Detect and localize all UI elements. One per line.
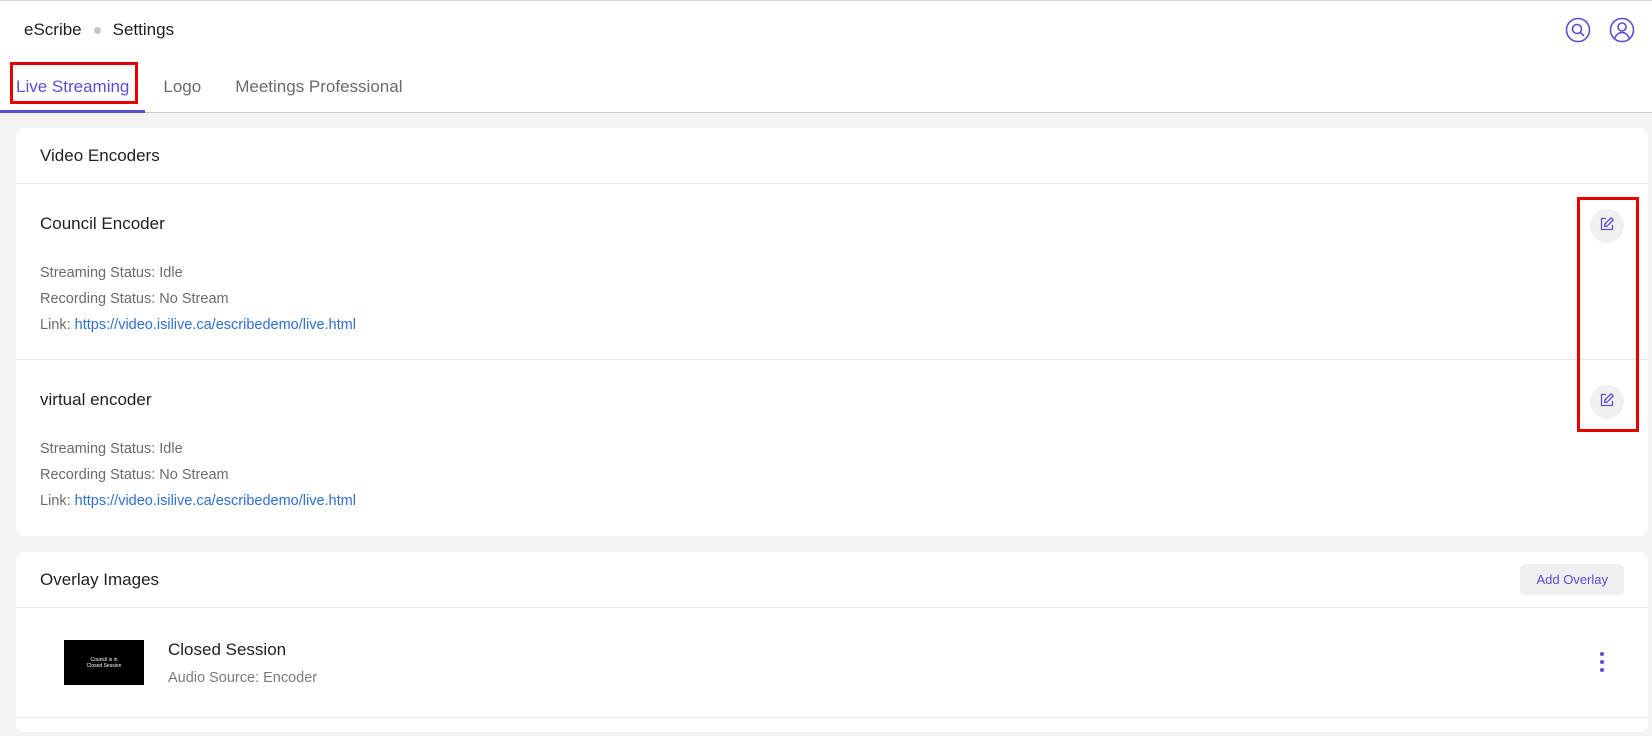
tab-meetings-professional[interactable]: Meetings Professional	[227, 61, 410, 112]
encoder-link-row: Link: https://video.isilive.ca/escribede…	[40, 488, 1624, 514]
tab-label: Logo	[163, 76, 202, 96]
tab-live-streaming[interactable]: Live Streaming	[0, 61, 146, 113]
thumb-text: Closed Session	[86, 662, 122, 669]
overlay-images-card: Overlay Images Add Overlay Council is in…	[16, 552, 1648, 732]
search-icon[interactable]	[1564, 16, 1592, 44]
card-title: Overlay Images	[40, 569, 160, 589]
status-label: Recording Status:	[40, 467, 156, 483]
user-icon[interactable]	[1608, 16, 1636, 44]
tab-logo[interactable]: Logo	[155, 61, 209, 112]
status-value: Idle	[159, 265, 183, 281]
overlay-item: Council is in Closed Session Closed Sess…	[16, 608, 1648, 718]
card-title: Video Encoders	[40, 145, 160, 165]
thumb-text: Council is in	[90, 656, 118, 663]
overlay-subtitle: Audio Source: Encoder	[168, 669, 318, 686]
overlay-title: Closed Session	[168, 639, 287, 659]
status-value: No Stream	[159, 291, 229, 307]
breadcrumb: eScribe Settings	[24, 20, 174, 40]
video-encoders-card: Video Encoders Council Encoder Streaming…	[16, 128, 1648, 536]
highlight-box	[10, 62, 138, 104]
more-vertical-icon[interactable]	[1596, 652, 1608, 672]
tab-label: Meetings Professional	[235, 76, 403, 96]
card-header: Overlay Images Add Overlay	[16, 552, 1648, 608]
overlay-text: Closed Session Audio Source: Encoder	[168, 640, 317, 686]
breadcrumb-separator	[93, 26, 101, 34]
encoder-link-row: Link: https://video.isilive.ca/escribede…	[40, 312, 1624, 338]
link-label: Link:	[40, 317, 71, 333]
link-label: Link:	[40, 493, 71, 509]
add-overlay-button[interactable]: Add Overlay	[1520, 564, 1624, 595]
encoder-item: virtual encoder Streaming Status: Idle R…	[16, 360, 1648, 536]
recording-status: Recording Status: No Stream	[40, 286, 1624, 312]
breadcrumb-current: Settings	[112, 20, 175, 39]
breadcrumb-root[interactable]: eScribe	[24, 20, 82, 40]
encoder-link[interactable]: https://video.isilive.ca/escribedemo/liv…	[75, 493, 356, 509]
encoder-link[interactable]: https://video.isilive.ca/escribedemo/liv…	[75, 317, 356, 333]
streaming-status: Streaming Status: Idle	[40, 436, 1624, 462]
top-actions	[1564, 16, 1636, 44]
card-header: Video Encoders	[16, 128, 1648, 184]
streaming-status: Streaming Status: Idle	[40, 260, 1624, 286]
overlay-thumbnail: Council is in Closed Session	[64, 640, 144, 685]
status-value: Idle	[159, 441, 183, 457]
highlight-box	[1577, 197, 1639, 432]
top-bar: eScribe Settings Live Streaming Logo Mee…	[0, 0, 1652, 113]
status-label: Streaming Status:	[40, 441, 156, 457]
encoder-item: Council Encoder Streaming Status: Idle R…	[16, 184, 1648, 360]
encoder-name: Council Encoder	[40, 214, 165, 233]
encoder-name: virtual encoder	[40, 390, 152, 409]
status-label: Recording Status:	[40, 291, 156, 307]
status-value: No Stream	[159, 467, 229, 483]
tab-bar: Live Streaming Logo Meetings Professiona…	[0, 61, 1652, 113]
status-label: Streaming Status:	[40, 265, 156, 281]
recording-status: Recording Status: No Stream	[40, 462, 1624, 488]
